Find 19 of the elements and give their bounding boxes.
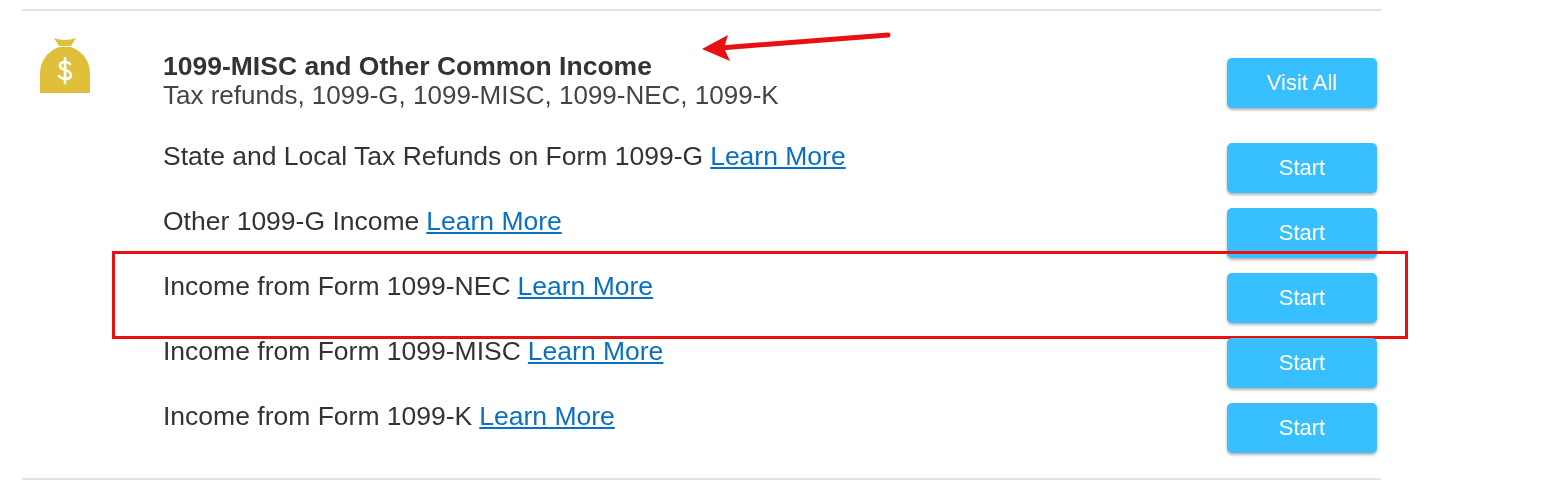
start-button[interactable]: Start (1227, 143, 1377, 193)
section-title: 1099-MISC and Other Common Income (163, 52, 653, 80)
row-label: Other 1099-G Income (163, 206, 420, 236)
section-subtitle: Tax refunds, 1099-G, 1099-MISC, 1099-NEC, 1099-K (163, 80, 779, 110)
row-label: Income from Form 1099-MISC (163, 336, 521, 366)
visit-all-button[interactable]: Visit All (1227, 58, 1377, 108)
start-button[interactable]: Start (1227, 403, 1377, 453)
learn-more-link[interactable]: Learn More (710, 141, 846, 171)
learn-more-link[interactable]: Learn More (479, 401, 615, 431)
start-button[interactable]: Start (1227, 208, 1377, 258)
learn-more-link[interactable]: Learn More (527, 336, 664, 366)
row-label: State and Local Tax Refunds on Form 1099-G (163, 141, 704, 171)
start-button[interactable]: Start (1227, 338, 1377, 388)
learn-more-link[interactable]: Learn More (426, 206, 562, 236)
row-label: Income from Form 1099-NEC (163, 271, 511, 301)
learn-more-link[interactable]: Learn More (517, 271, 654, 301)
start-button[interactable]: Start (1227, 273, 1377, 323)
money-bag-icon (40, 38, 90, 93)
row-label: Income from Form 1099-K (163, 401, 473, 431)
